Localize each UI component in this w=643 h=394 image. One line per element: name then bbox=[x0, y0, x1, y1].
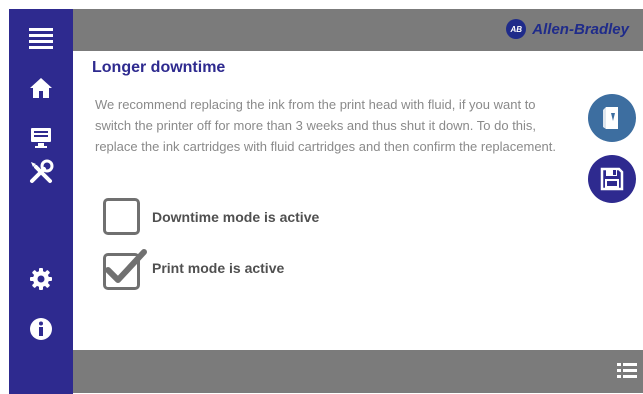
save-button[interactable] bbox=[588, 155, 636, 203]
print-mode-label: Print mode is active bbox=[152, 259, 285, 276]
downtime-mode-option: Downtime mode is active bbox=[103, 198, 319, 235]
page-title: Longer downtime bbox=[92, 59, 226, 76]
gear-icon bbox=[30, 268, 52, 290]
print-mode-checkbox[interactable] bbox=[103, 249, 147, 290]
print-mode-option: Print mode is active bbox=[103, 249, 285, 290]
list-icon bbox=[617, 363, 637, 378]
checkmark-icon bbox=[105, 249, 147, 283]
tools-button[interactable] bbox=[9, 155, 73, 189]
save-icon bbox=[600, 167, 624, 191]
home-icon bbox=[30, 78, 52, 98]
footer-bar bbox=[73, 350, 643, 393]
monitor-button[interactable] bbox=[9, 121, 73, 155]
home-button[interactable] bbox=[9, 71, 73, 105]
menu-button[interactable] bbox=[9, 21, 73, 55]
info-button[interactable] bbox=[9, 312, 73, 346]
tools-icon bbox=[30, 159, 54, 183]
brand: AB Allen-Bradley bbox=[506, 19, 629, 39]
monitor-icon bbox=[31, 128, 51, 148]
header-bar: AB Allen-Bradley bbox=[73, 9, 643, 51]
brand-logo: AB bbox=[506, 19, 527, 39]
brand-name: Allen-Bradley bbox=[532, 20, 629, 38]
description-text: We recommend replacing the ink from the … bbox=[95, 97, 557, 154]
downtime-mode-label: Downtime mode is active bbox=[152, 208, 320, 225]
list-button[interactable] bbox=[617, 362, 637, 385]
fluid-cartridge-icon bbox=[603, 107, 618, 129]
fluid-cartridge-button[interactable] bbox=[588, 94, 636, 142]
menu-icon bbox=[29, 28, 53, 49]
info-icon bbox=[30, 318, 52, 340]
sidebar bbox=[9, 9, 73, 394]
downtime-mode-checkbox[interactable] bbox=[103, 198, 140, 235]
settings-button[interactable] bbox=[9, 262, 73, 296]
